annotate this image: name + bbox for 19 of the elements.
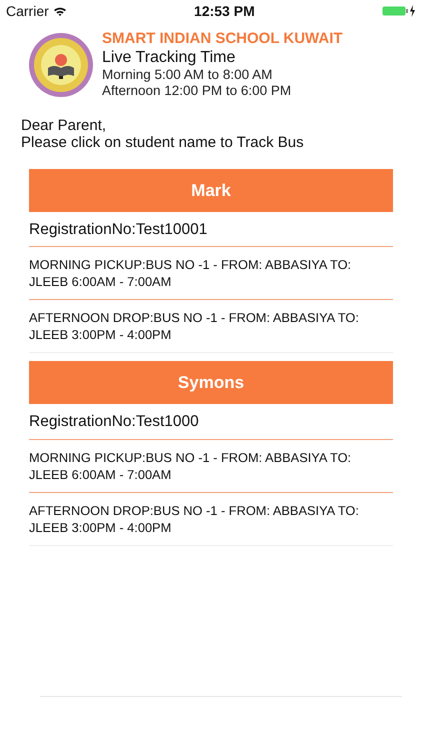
tracking-title: Live Tracking Time [102, 48, 236, 67]
carrier-label: Carrier [6, 2, 49, 20]
wifi-icon [52, 6, 67, 16]
route-text: MORNING PICKUP:BUS NO -1 - FROM: ABBASIYA TO: JLEEB 6:00AM - 7:00AM [29, 256, 352, 292]
battery-icon [382, 5, 416, 17]
route-text: MORNING PICKUP:BUS NO -1 - FROM: ABBASIYA TO: JLEEB 6:00AM - 7:00AM [29, 448, 352, 484]
student-name-button[interactable]: Mark [29, 169, 393, 212]
tracking-hours: Morning 5:00 AM to 8:00 AM [102, 67, 274, 83]
tracking-hours: Afternoon 12:00 PM to 6:00 PM [102, 83, 292, 99]
route-text: AFTERNOON DROP:BUS NO -1 - FROM: ABBASIYA TO: JLEEB 3:00PM - 4:00PM [29, 502, 360, 536]
greeting-text: Please click on student name to Track Bus [21, 134, 305, 151]
status-time: 12:53 PM [194, 2, 255, 20]
greeting-text: Dear Parent, [21, 117, 108, 134]
school-logo [28, 32, 94, 98]
student-name-button[interactable]: Symons [29, 361, 393, 404]
school-name: SMART INDIAN SCHOOL KUWAIT [102, 30, 343, 48]
registration-number: RegistrationNo:Test1000 [29, 404, 393, 440]
route-text: AFTERNOON DROP:BUS NO -1 - FROM: ABBASIYA TO: JLEEB 3:00PM - 4:00PM [29, 309, 360, 344]
registration-number: RegistrationNo:Test10001 [29, 212, 393, 248]
